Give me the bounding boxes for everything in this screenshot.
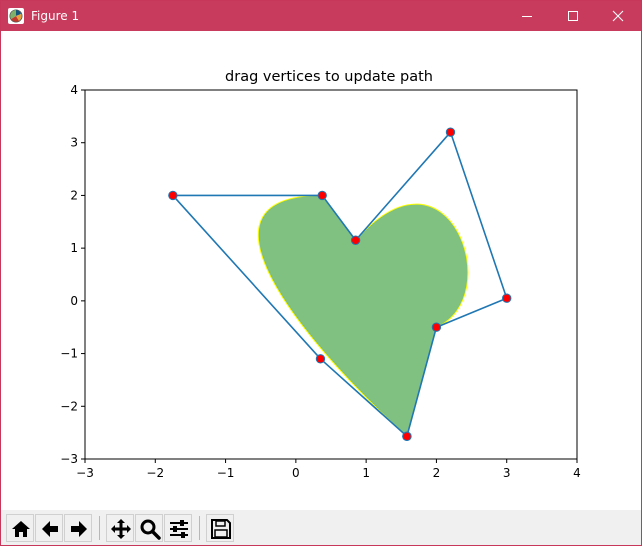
chart-title: drag vertices to update path [225, 69, 433, 85]
maximize-icon [568, 11, 578, 21]
toolbar-separator [199, 516, 200, 540]
window-title: Figure 1 [31, 9, 80, 23]
vertex-marker-4[interactable] [350, 235, 361, 245]
x-tick-label: 4 [573, 466, 581, 480]
x-tick-label: 1 [362, 466, 370, 480]
plot-area[interactable]: drag vertices to update path −3 −2 −1 0 1 2 3 4… [1, 31, 641, 510]
pan-button[interactable] [106, 514, 134, 542]
x-tick-label: 2 [433, 466, 441, 480]
vertex-marker-6[interactable] [502, 293, 512, 303]
vertex-marker-5[interactable] [445, 127, 456, 137]
minimize-button[interactable] [504, 1, 550, 31]
y-tick-label: 3 [70, 136, 78, 150]
x-tick-label: −1 [217, 466, 235, 480]
minimize-icon [522, 16, 532, 17]
vertex-marker-3[interactable] [317, 190, 327, 201]
zoom-button[interactable] [135, 514, 163, 542]
configure-subplots-button[interactable] [164, 514, 192, 542]
y-tick-label: 0 [70, 294, 78, 308]
close-button[interactable] [595, 1, 641, 31]
magnifier-icon [140, 519, 161, 540]
y-tick-label: 2 [70, 188, 78, 202]
vertex-marker-7[interactable] [431, 322, 442, 332]
y-tick-label: −1 [60, 347, 78, 361]
vertex-marker-2[interactable] [168, 190, 178, 201]
vertex-marker-1[interactable] [315, 354, 326, 364]
home-button[interactable] [6, 514, 34, 542]
arrow-left-icon [42, 521, 58, 537]
vertex-marker-8[interactable] [402, 431, 412, 442]
navigation-toolbar [1, 510, 641, 545]
close-icon [612, 10, 624, 22]
figure-canvas[interactable]: drag vertices to update path −3 −2 −1 0 1 2 3 4… [1, 31, 641, 510]
sliders-icon [170, 520, 188, 538]
y-tick-label: −3 [60, 452, 78, 466]
y-tick-label: 4 [70, 83, 78, 97]
x-tick-label: −2 [146, 466, 164, 480]
move-arrows-icon [111, 519, 131, 539]
forward-button[interactable] [64, 514, 92, 542]
title-bar[interactable]: Figure 1 [1, 1, 641, 31]
arrow-right-icon [71, 521, 87, 537]
back-button[interactable] [35, 514, 63, 542]
toolbar-separator [99, 516, 100, 540]
x-tick-label: 0 [292, 466, 300, 480]
x-tick-label: −3 [76, 466, 94, 480]
figure-window: Figure 1 drag vertices to update path −3… [0, 0, 642, 546]
matplotlib-figure-icon [8, 8, 24, 24]
home-icon [12, 521, 30, 537]
y-tick-label: −2 [60, 399, 78, 413]
x-tick-label: 3 [503, 466, 511, 480]
save-button[interactable] [206, 514, 234, 542]
y-tick-label: 1 [70, 241, 78, 255]
maximize-button[interactable] [550, 1, 596, 31]
floppy-disk-icon [211, 519, 231, 539]
